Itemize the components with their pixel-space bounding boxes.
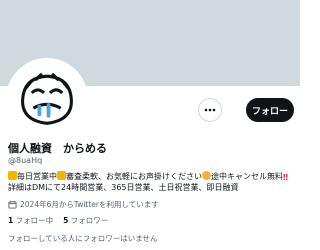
followers-link[interactable]: 5 フォロワー [63, 215, 108, 226]
open-sign-icon [8, 171, 17, 180]
joined-text: 2024年6月からTwitterを利用しています [20, 200, 159, 209]
bio-line-1: 毎日営業中 審査柔軟、お気軽にお声掛けください 途中キャンセル無料‼ [8, 171, 298, 182]
avatar[interactable] [6, 58, 88, 140]
following-label: フォロー中 [15, 216, 54, 225]
calendar-icon [8, 200, 17, 209]
profile-bio: 毎日営業中 審査柔軟、お気軽にお声掛けください 途中キャンセル無料‼ 詳細はDMにて… [8, 171, 298, 193]
bio-text-1c: 途中キャンセル無料 [211, 172, 283, 181]
more-options-button[interactable] [198, 98, 222, 122]
followed-by-note: フォローしている人にフォロワーはいません [8, 234, 158, 243]
profile-handle: @8uaHq [8, 156, 43, 165]
joined-date: 2024年6月からTwitterを利用しています [8, 199, 159, 210]
following-link[interactable]: 1 フォロー中 [8, 215, 53, 226]
following-count: 1 [8, 216, 14, 225]
profile-name: 個人融資 からめる [8, 142, 107, 155]
followers-count: 5 [63, 216, 69, 225]
follow-stats: 1 フォロー中 5 フォロワー [8, 215, 108, 226]
smile-face-icon [202, 171, 211, 180]
bio-text-1b: 審査柔軟、お気軽にお声掛けください [66, 172, 202, 181]
more-dots-icon [204, 108, 216, 112]
avatar-face-icon [9, 61, 85, 137]
bio-line-2: 詳細はDMにて24時間営業、365日営業、土日祝営業、即日融資 [8, 183, 239, 192]
follow-button[interactable]: フォロー [246, 98, 294, 122]
open-sign-icon [57, 171, 66, 180]
exclamation-icon: ‼ [283, 173, 289, 182]
bio-text-1a: 毎日営業中 [17, 172, 57, 181]
followers-label: フォロワー [70, 216, 109, 225]
